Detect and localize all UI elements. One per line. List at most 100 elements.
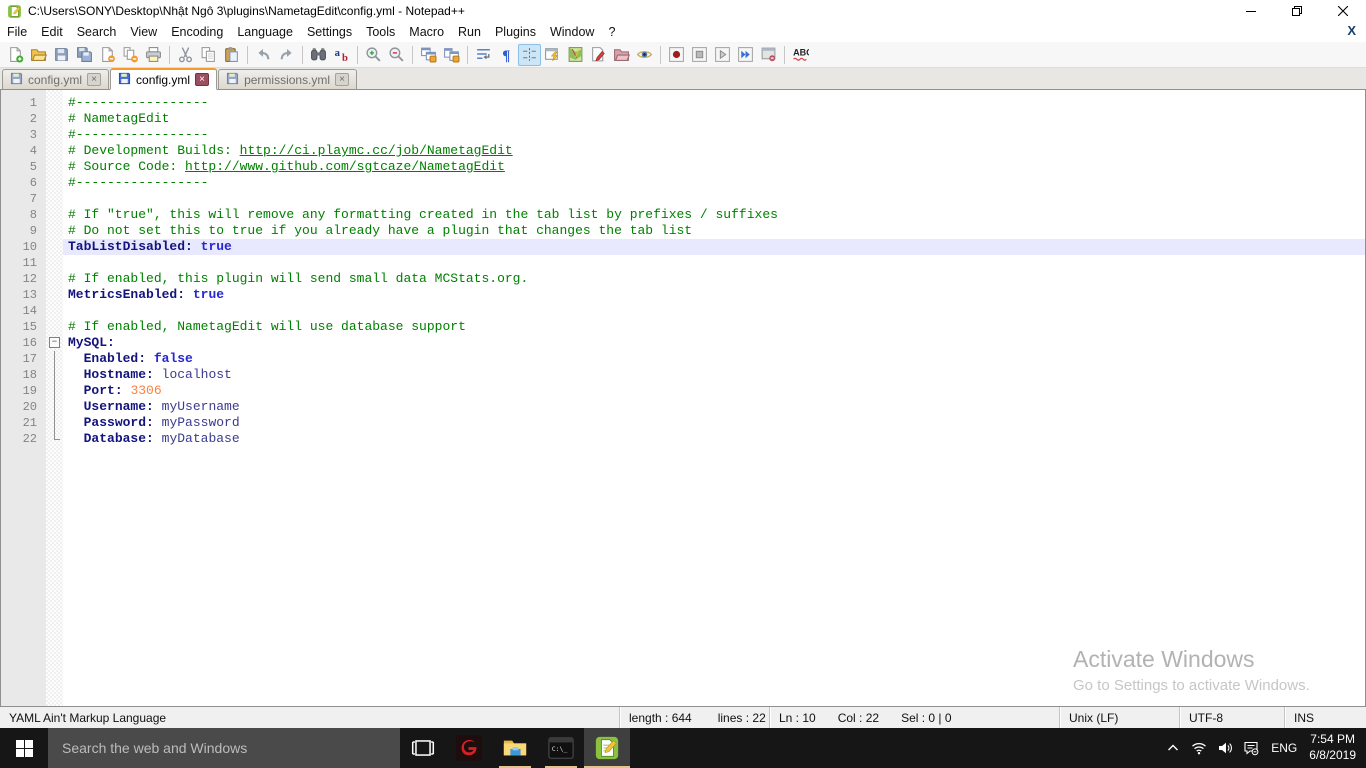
taskbar-notepad-plus-plus-app[interactable]: [584, 728, 630, 768]
start-button[interactable]: [0, 728, 48, 768]
line-number[interactable]: 1: [1, 95, 46, 111]
line-number[interactable]: 11: [1, 255, 46, 271]
taskbar-search-input[interactable]: Search the web and Windows: [48, 728, 400, 768]
line-number[interactable]: 22: [1, 431, 46, 447]
function-list-icon[interactable]: [587, 44, 610, 66]
macro-stop-icon[interactable]: [688, 44, 711, 66]
macro-save-icon[interactable]: [757, 44, 780, 66]
close-icon[interactable]: [96, 44, 119, 66]
menu-tools[interactable]: Tools: [359, 23, 402, 41]
zoom-in-icon[interactable]: [362, 44, 385, 66]
menu-run[interactable]: Run: [451, 23, 488, 41]
open-folder-icon[interactable]: [27, 44, 50, 66]
code-text[interactable]: TabListDisabled: true: [63, 239, 1365, 255]
show-hidden-icons-chevron-icon[interactable]: [1164, 740, 1181, 757]
document-map-icon[interactable]: [564, 44, 587, 66]
menu-edit[interactable]: Edit: [34, 23, 70, 41]
menubar-close-document-button[interactable]: X: [1347, 23, 1356, 38]
redo-icon[interactable]: [275, 44, 298, 66]
code-text[interactable]: Database: myDatabase: [63, 431, 1365, 447]
code-text[interactable]: # Do not set this to true if you already…: [63, 223, 1365, 239]
line-number[interactable]: 18: [1, 367, 46, 383]
cut-icon[interactable]: [174, 44, 197, 66]
tab-close-icon[interactable]: ×: [195, 73, 209, 86]
line-number[interactable]: 7: [1, 191, 46, 207]
code-text[interactable]: # NametagEdit: [63, 111, 1365, 127]
code-text[interactable]: [63, 303, 1365, 319]
replace-icon[interactable]: ab: [330, 44, 353, 66]
taskbar-file-explorer-app[interactable]: [492, 728, 538, 768]
line-number[interactable]: 12: [1, 271, 46, 287]
code-text[interactable]: Username: myUsername: [63, 399, 1365, 415]
line-number[interactable]: 15: [1, 319, 46, 335]
menu-help[interactable]: ?: [601, 23, 622, 41]
volume-icon[interactable]: [1216, 740, 1233, 757]
fold-collapse-icon[interactable]: −: [46, 335, 63, 351]
code-text[interactable]: #-----------------: [63, 127, 1365, 143]
spell-check-icon[interactable]: ABC: [789, 44, 812, 66]
user-defined-language-icon[interactable]: [541, 44, 564, 66]
code-text[interactable]: #-----------------: [63, 95, 1365, 111]
macro-record-icon[interactable]: [665, 44, 688, 66]
tab-config-yml-1[interactable]: config.yml×: [2, 69, 109, 89]
line-number[interactable]: 21: [1, 415, 46, 431]
language-indicator[interactable]: ENG: [1268, 741, 1300, 755]
menu-encoding[interactable]: Encoding: [164, 23, 230, 41]
menu-settings[interactable]: Settings: [300, 23, 359, 41]
code-text[interactable]: # If enabled, this plugin will send smal…: [63, 271, 1365, 287]
save-all-icon[interactable]: [73, 44, 96, 66]
taskbar-garena-app[interactable]: [446, 728, 492, 768]
print-icon[interactable]: [142, 44, 165, 66]
line-number[interactable]: 19: [1, 383, 46, 399]
code-text[interactable]: Hostname: localhost: [63, 367, 1365, 383]
line-number[interactable]: 16: [1, 335, 46, 351]
line-number[interactable]: 20: [1, 399, 46, 415]
menu-file[interactable]: File: [0, 23, 34, 41]
line-number[interactable]: 2: [1, 111, 46, 127]
code-text[interactable]: # Development Builds: http://ci.playmc.c…: [63, 143, 1365, 159]
line-number[interactable]: 14: [1, 303, 46, 319]
sync-vertical-icon[interactable]: [417, 44, 440, 66]
paste-icon[interactable]: [220, 44, 243, 66]
code-text[interactable]: # If enabled, NametagEdit will use datab…: [63, 319, 1365, 335]
menu-window[interactable]: Window: [543, 23, 601, 41]
indent-guide-icon[interactable]: [518, 44, 541, 66]
statusbar-encoding[interactable]: UTF-8: [1180, 707, 1285, 728]
line-number[interactable]: 3: [1, 127, 46, 143]
statusbar-typing-mode[interactable]: INS: [1285, 707, 1366, 728]
menu-view[interactable]: View: [123, 23, 164, 41]
restore-button[interactable]: [1274, 0, 1320, 22]
zoom-out-icon[interactable]: [385, 44, 408, 66]
code-text[interactable]: # Source Code: http://www.github.com/sgt…: [63, 159, 1365, 175]
monitoring-icon[interactable]: [633, 44, 656, 66]
menu-search[interactable]: Search: [70, 23, 124, 41]
sync-horizontal-icon[interactable]: [440, 44, 463, 66]
code-text[interactable]: [63, 191, 1365, 207]
close-all-icon[interactable]: [119, 44, 142, 66]
code-text[interactable]: # If "true", this will remove any format…: [63, 207, 1365, 223]
action-center-icon[interactable]: [1242, 740, 1259, 757]
line-number[interactable]: 4: [1, 143, 46, 159]
editor-pane[interactable]: 1 #----------------- 2 # NametagEdit 3 #-----…: [0, 90, 1366, 706]
line-number[interactable]: 6: [1, 175, 46, 191]
code-text[interactable]: Enabled: false: [63, 351, 1365, 367]
macro-play-icon[interactable]: [711, 44, 734, 66]
tab-close-icon[interactable]: ×: [87, 73, 101, 86]
menu-language[interactable]: Language: [230, 23, 300, 41]
folder-as-workspace-icon[interactable]: [610, 44, 633, 66]
copy-icon[interactable]: [197, 44, 220, 66]
tab-permissions-yml-3[interactable]: permissions.yml×: [218, 69, 357, 89]
show-all-characters-icon[interactable]: ¶: [495, 44, 518, 66]
save-icon[interactable]: [50, 44, 73, 66]
taskbar-command-prompt-app[interactable]: C:\_: [538, 728, 584, 768]
line-number[interactable]: 10: [1, 239, 46, 255]
new-file-icon[interactable]: [4, 44, 27, 66]
code-text[interactable]: Password: myPassword: [63, 415, 1365, 431]
statusbar-eol-format[interactable]: Unix (LF): [1060, 707, 1180, 728]
code-text[interactable]: #-----------------: [63, 175, 1365, 191]
line-number[interactable]: 8: [1, 207, 46, 223]
close-button[interactable]: [1320, 0, 1366, 22]
word-wrap-icon[interactable]: [472, 44, 495, 66]
line-number[interactable]: 9: [1, 223, 46, 239]
line-number[interactable]: 13: [1, 287, 46, 303]
